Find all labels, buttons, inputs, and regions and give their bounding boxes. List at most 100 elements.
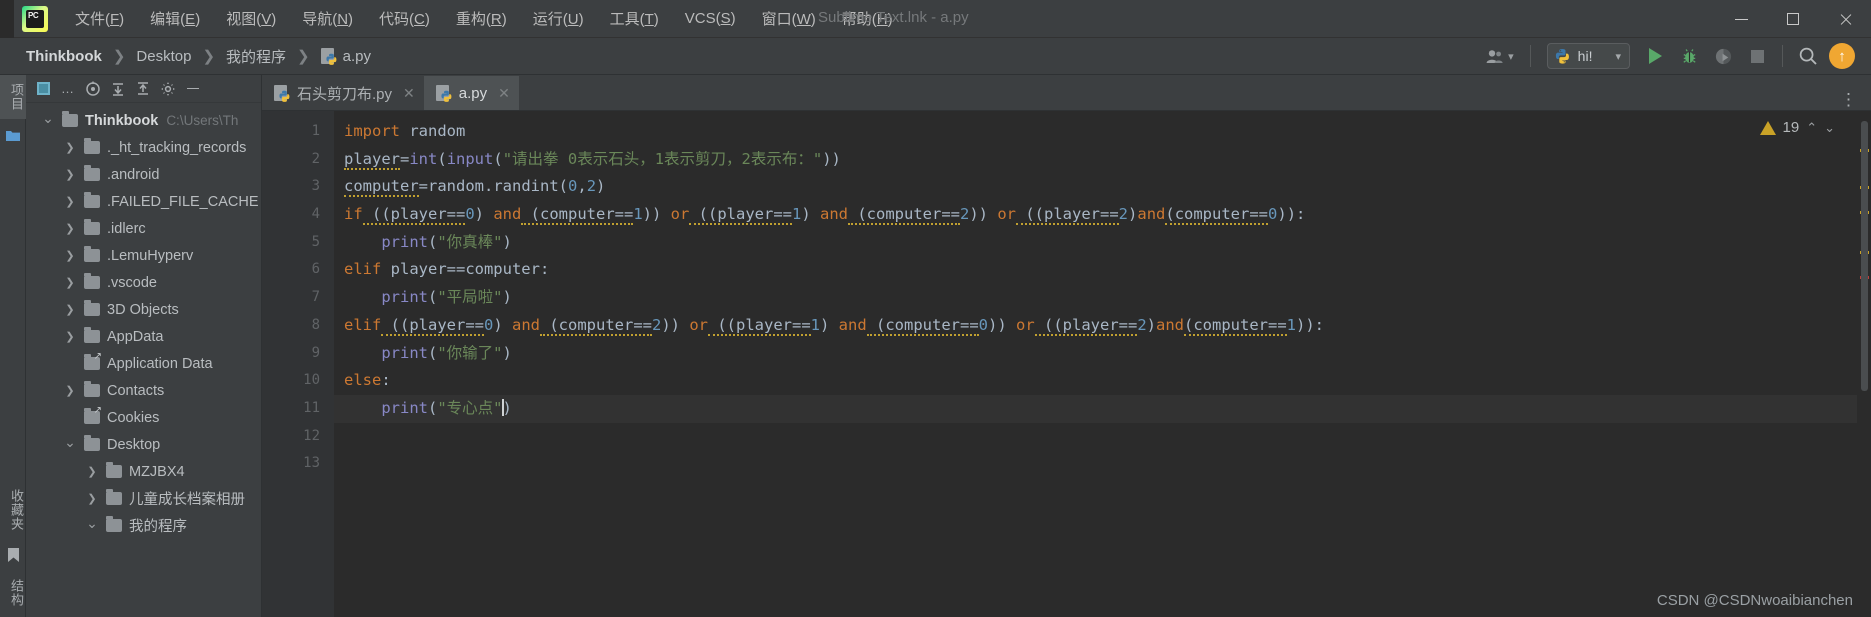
inspection-next-icon[interactable]: ⌄ [1824, 120, 1835, 136]
chevron-right-icon[interactable]: ❯ [62, 330, 78, 343]
code-line[interactable]: print("平局啦") [334, 284, 1871, 312]
locate-file-button[interactable] [82, 78, 104, 100]
chevron-right-icon[interactable]: ❯ [62, 249, 78, 262]
minus-icon [187, 87, 199, 90]
folder-icon [84, 138, 100, 154]
code-line[interactable] [334, 423, 1871, 451]
tool-window-button-structure[interactable]: 结构 [0, 571, 26, 615]
debug-button[interactable] [1674, 41, 1704, 71]
stop-button[interactable] [1742, 41, 1772, 71]
tree-row[interactable]: Cookies [26, 404, 261, 431]
project-view-selector[interactable] [32, 78, 54, 100]
tree-row[interactable]: ⌄ 我的程序 [26, 512, 261, 539]
tree-row[interactable]: ❯ .android [26, 161, 261, 188]
more-vertical-icon[interactable]: ⋮ [1834, 90, 1863, 110]
chevron-right-icon[interactable]: ❯ [84, 492, 100, 505]
tab-close-icon[interactable]: ✕ [498, 85, 510, 102]
tree-row[interactable]: ❯ AppData [26, 323, 261, 350]
menu-item-n[interactable]: 导航(N) [289, 4, 366, 33]
menu-item-c[interactable]: 代码(C) [366, 4, 443, 33]
tree-row[interactable]: ⌄ Desktop [26, 431, 261, 458]
structure-panel-icon[interactable] [0, 123, 26, 147]
code-line[interactable]: elif ((player==0) and (computer==2)) or … [334, 312, 1871, 340]
tree-row[interactable]: ❯ Contacts [26, 377, 261, 404]
code-token: 2 [651, 315, 662, 334]
editor-scrollbar[interactable] [1857, 111, 1871, 617]
menu-item-r[interactable]: 重构(R) [443, 4, 520, 33]
settings-button[interactable] [157, 78, 179, 100]
folder-icon [84, 192, 100, 208]
close-button[interactable] [1819, 0, 1871, 38]
chevron-right-icon[interactable]: ❯ [84, 465, 100, 478]
coverage-button[interactable] [1708, 41, 1738, 71]
editor-tab[interactable]: 石头剪刀布.py ✕ [262, 76, 424, 110]
collapse-all-button[interactable] [132, 78, 154, 100]
code-editor[interactable]: 1 2 3 4 5 6 7 8 9 10 11 12 13 import random player=in… [262, 111, 1871, 617]
tool-window-button-favorites[interactable]: 收藏夹 [0, 481, 26, 539]
chevron-down-icon[interactable]: ⌄ [40, 110, 56, 127]
menu-item-t[interactable]: 工具(T) [597, 4, 672, 33]
tool-window-button-project[interactable]: 项目 [0, 75, 26, 119]
chevron-right-icon[interactable]: ❯ [62, 141, 78, 154]
code-line[interactable]: elif player==computer: [334, 256, 1871, 284]
menu-item-u[interactable]: 运行(U) [520, 4, 597, 33]
chevron-right-icon[interactable]: ❯ [62, 384, 78, 397]
user-avatar-button[interactable]: ▾ [1480, 41, 1520, 71]
line-number: 7 [311, 289, 320, 306]
tree-row[interactable]: ⌄ Thinkbook C:\Users\Th [26, 107, 261, 134]
inspection-widget[interactable]: 19 ⌃ ⌄ [1759, 119, 1835, 136]
inspection-prev-icon[interactable]: ⌃ [1806, 120, 1817, 136]
chevron-right-icon[interactable]: ❯ [62, 222, 78, 235]
chevron-right-icon[interactable]: ❯ [62, 303, 78, 316]
tree-row[interactable]: ❯ .FAILED_FILE_CACHE [26, 188, 261, 215]
tree-row[interactable]: ❯ .vscode [26, 269, 261, 296]
code-content[interactable]: import random player=int(input("请出拳 0表示石头… [334, 111, 1871, 617]
menu-item-s[interactable]: VCS(S) [672, 6, 749, 31]
tree-row[interactable]: Application Data [26, 350, 261, 377]
maximize-button[interactable] [1767, 0, 1819, 38]
chevron-down-icon[interactable]: ⌄ [84, 515, 100, 532]
bookmark-icon[interactable] [0, 543, 26, 567]
code-line[interactable]: import random [334, 118, 1871, 146]
line-number: 10 [303, 372, 320, 389]
tree-row[interactable]: ❯ ._ht_tracking_records [26, 134, 261, 161]
tree-row[interactable]: ❯ .idlerc [26, 215, 261, 242]
run-configuration-selector[interactable]: hi! ▾ [1546, 43, 1630, 69]
breadcrumb-item-3[interactable]: a.py [317, 46, 375, 67]
menu-item-w[interactable]: 窗口(W) [749, 4, 829, 33]
hide-panel-button[interactable] [182, 78, 204, 100]
run-button[interactable] [1640, 41, 1670, 71]
tree-row[interactable]: ❯ MZJBX4 [26, 458, 261, 485]
code-line[interactable]: else: [334, 367, 1871, 395]
code-line[interactable]: print("你真棒") [334, 229, 1871, 257]
tree-row[interactable]: ❯ 儿童成长档案相册 [26, 485, 261, 512]
breadcrumb-item-1[interactable]: Desktop [132, 46, 195, 67]
editor-tab[interactable]: a.py ✕ [423, 76, 519, 110]
search-button[interactable] [1793, 41, 1823, 71]
breadcrumb-item-0[interactable]: Thinkbook [22, 46, 106, 67]
chevron-right-icon[interactable]: ❯ [62, 168, 78, 181]
code-line[interactable]: print("专心点") [334, 394, 1871, 423]
breadcrumb-item-2[interactable]: 我的程序 [222, 44, 290, 69]
menu-item-f[interactable]: 文件(F) [62, 4, 137, 33]
chevron-right-icon[interactable]: ❯ [62, 276, 78, 289]
tree-row[interactable]: ❯ .LemuHyperv [26, 242, 261, 269]
menu-item-v[interactable]: 视图(V) [213, 4, 289, 33]
code-line[interactable]: player=int(input("请出拳 0表示石头，1表示剪刀，2表示布："… [334, 146, 1871, 174]
code-line[interactable] [334, 450, 1871, 478]
chevron-down-icon[interactable]: ⌄ [62, 434, 78, 451]
tree-row[interactable]: ❯ 3D Objects [26, 296, 261, 323]
minimize-button[interactable] [1715, 0, 1767, 38]
chevron-right-icon[interactable]: ❯ [62, 195, 78, 208]
stop-icon [1750, 49, 1764, 63]
code-line[interactable]: computer=random.randint(0,2) [334, 173, 1871, 201]
scrollbar-thumb[interactable] [1861, 121, 1868, 391]
code-line[interactable]: if ((player==0) and (computer==1)) or ((… [334, 201, 1871, 229]
menu-item-e[interactable]: 编辑(E) [137, 4, 213, 33]
view-options-button[interactable]: … [57, 78, 79, 100]
expand-all-button[interactable] [107, 78, 129, 100]
tab-close-icon[interactable]: ✕ [403, 85, 415, 102]
update-button[interactable]: ↑ [1827, 41, 1857, 71]
code-line[interactable]: print("你输了") [334, 340, 1871, 368]
code-token: or [670, 205, 690, 224]
